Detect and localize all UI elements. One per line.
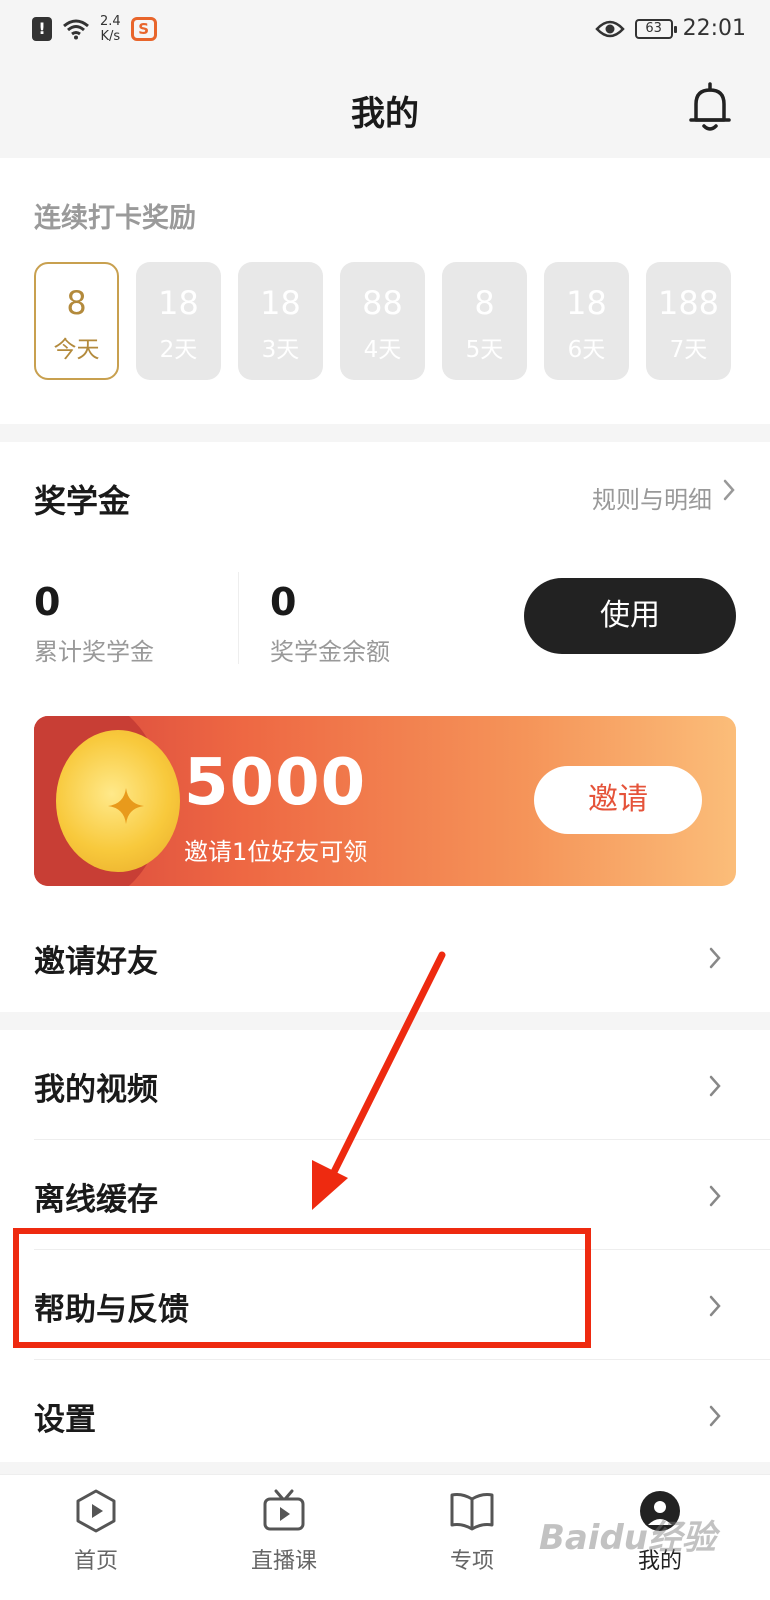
scholarship-balance: 0 奖学金余额	[270, 580, 390, 666]
coin-icon	[56, 730, 180, 872]
divider	[238, 572, 239, 664]
total-scholarship: 0 累计奖学金	[34, 580, 154, 666]
checkin-day-4: 88 4天	[340, 262, 425, 380]
checkin-card: 连续打卡奖励 8 今天 18 2天 18 3天 88 4天 8 5天 18 6天…	[0, 158, 770, 424]
bell-icon[interactable]	[686, 82, 734, 134]
battery-icon: 63	[634, 18, 677, 39]
wifi-icon	[63, 19, 89, 40]
book-icon	[450, 1493, 494, 1531]
scholarship-title: 奖学金	[34, 482, 131, 520]
checkin-day-7: 188 7天	[646, 262, 731, 380]
watermark: Baidu经验	[538, 1518, 716, 1558]
page-title: 我的	[351, 94, 419, 134]
use-button[interactable]: 使用	[524, 578, 736, 654]
banner-subtitle: 邀请1位好友可领	[184, 838, 368, 866]
banner-amount: 5000	[184, 746, 367, 820]
tab-live[interactable]: 直播课	[224, 1487, 344, 1575]
sogou-icon: S	[130, 17, 157, 41]
invite-friends-row[interactable]: 邀请好友	[0, 902, 770, 1012]
status-bar: ! 2.4 K/s S 63 22:01	[0, 0, 770, 62]
checkin-day-2: 18 2天	[136, 262, 221, 380]
tab-special[interactable]: 专项	[412, 1487, 532, 1575]
chevron-right-icon	[709, 1075, 721, 1097]
chevron-right-icon	[709, 1185, 721, 1207]
checkin-day-3: 18 3天	[238, 262, 323, 380]
checkin-day-5: 8 5天	[442, 262, 527, 380]
checkin-day-6: 18 6天	[544, 262, 629, 380]
highlight-box	[13, 1228, 591, 1348]
chevron-right-icon	[709, 947, 721, 969]
network-speed: 2.4 K/s	[100, 14, 121, 44]
tv-icon	[263, 1489, 305, 1531]
alert-icon: !	[32, 17, 52, 41]
tab-home[interactable]: 首页	[36, 1487, 156, 1575]
menu-item-settings[interactable]: 设置	[0, 1360, 770, 1470]
menu-item-my-videos[interactable]: 我的视频	[0, 1030, 770, 1140]
clock: 22:01	[682, 16, 746, 41]
chevron-right-icon	[709, 1295, 721, 1317]
checkin-days: 8 今天 18 2天 18 3天 88 4天 8 5天 18 6天 188 7天	[34, 262, 731, 380]
sparkle-icon	[108, 788, 144, 824]
play-icon	[76, 1489, 116, 1533]
rules-link[interactable]: 规则与明细	[592, 480, 712, 515]
chevron-right-icon	[709, 1405, 721, 1427]
chevron-right-icon[interactable]	[722, 478, 736, 502]
invite-banner[interactable]: 5000 邀请1位好友可领 邀请	[34, 716, 736, 886]
eye-icon	[594, 20, 625, 37]
scholarship-card: 奖学金 规则与明细 0 累计奖学金 0 奖学金余额 使用 5000 邀请1位好友…	[0, 442, 770, 1012]
checkin-day-today[interactable]: 8 今天	[34, 262, 119, 380]
checkin-title: 连续打卡奖励	[34, 203, 196, 234]
header: 我的	[0, 62, 770, 154]
invite-button[interactable]: 邀请	[534, 766, 702, 834]
